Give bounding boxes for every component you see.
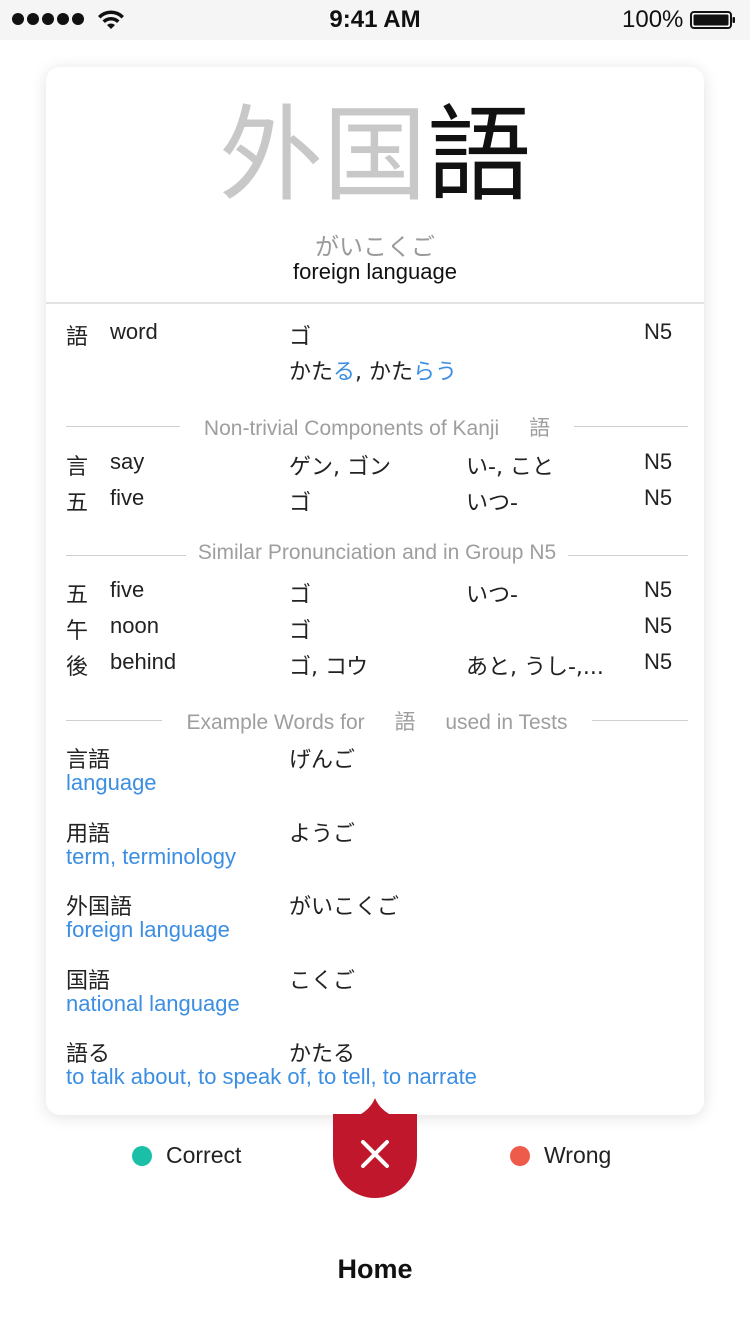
- main-kanji: 語: [66, 325, 89, 350]
- example-reading: げんご: [289, 748, 356, 773]
- similar-kun-reading: あと, うし-,...: [466, 655, 604, 680]
- component-level: N5: [644, 485, 673, 510]
- correct-label: Correct: [166, 1142, 242, 1168]
- status-bar: 9:41 AM 100%: [0, 0, 750, 40]
- word-highlight-kanji: 語: [427, 94, 532, 216]
- correct-dot-icon: [132, 1146, 152, 1166]
- section-divider-similar: Similar Pronunciation and in Group N5: [66, 541, 688, 571]
- similar-on-reading: ゴ: [289, 619, 312, 644]
- example-meaning: foreign language: [66, 917, 230, 942]
- similar-meaning: behind: [110, 649, 177, 674]
- similar-meaning: noon: [110, 613, 159, 638]
- similar-kanji: 後: [66, 655, 89, 680]
- main-kanji-meaning: word: [110, 319, 158, 344]
- main-kanji-on-reading: ゴ: [289, 325, 312, 350]
- section-divider-components: Non-trivial Components of Kanji 語: [66, 412, 688, 442]
- example-word-item[interactable]: 言語 げんご language: [66, 742, 686, 802]
- similar-on-reading: ゴ, コウ: [289, 655, 369, 680]
- example-meaning: to talk about, to speak of, to tell, to …: [66, 1064, 477, 1089]
- component-row[interactable]: 言 say ゲン, ゴン い-, こと N5: [46, 449, 704, 483]
- component-on-reading: ゲン, ゴン: [289, 455, 391, 480]
- example-reading: ようご: [289, 822, 356, 847]
- section-title: Non-trivial Components of Kanji: [191, 417, 518, 440]
- component-kun-reading: い-, こと: [466, 455, 554, 480]
- similar-kun-reading: いつ-: [466, 583, 518, 608]
- word-reading: がいこくご: [315, 233, 435, 261]
- component-level: N5: [644, 449, 673, 474]
- vocabulary-word: 外国語: [46, 95, 704, 215]
- main-kanji-level: N5: [644, 319, 673, 344]
- component-row[interactable]: 五 five ゴ いつ- N5: [46, 485, 704, 519]
- section-title: Example Words for: [174, 711, 383, 734]
- similar-level: N5: [644, 613, 673, 638]
- word-meaning: foreign language: [293, 259, 457, 284]
- similar-meaning: five: [110, 577, 145, 602]
- example-reading: こくご: [289, 969, 356, 994]
- main-kanji-row: 語 word ゴ N5: [46, 319, 704, 353]
- component-kanji: 言: [66, 455, 89, 480]
- card-header: 外国語 がいこくご foreign language: [46, 67, 704, 304]
- similar-level: N5: [644, 577, 673, 602]
- component-kanji: 五: [66, 491, 89, 516]
- battery-percent: 100%: [622, 6, 684, 33]
- section-title-kanji: 語: [382, 710, 428, 734]
- component-on-reading: ゴ: [289, 491, 312, 516]
- similar-on-reading: ゴ: [289, 583, 312, 608]
- wrong-dot-icon: [510, 1146, 530, 1166]
- section-title-kanji: 語: [517, 416, 563, 440]
- home-button[interactable]: Home: [0, 1254, 750, 1285]
- example-meaning: language: [66, 770, 157, 795]
- similar-kanji: 午: [66, 619, 89, 644]
- similar-kanji: 五: [66, 583, 89, 608]
- component-meaning: say: [110, 449, 145, 474]
- wrong-label: Wrong: [544, 1142, 612, 1168]
- component-kun-reading: いつ-: [466, 491, 518, 516]
- word-dim-part: 外国: [218, 94, 427, 216]
- similar-row[interactable]: 午 noon ゴ N5: [46, 613, 704, 647]
- wrong-button[interactable]: Wrong: [510, 1142, 611, 1169]
- example-meaning: term, terminology: [66, 844, 236, 869]
- section-divider-examples: Example Words for 語 used in Tests: [66, 706, 688, 736]
- example-reading: がいこくご: [289, 895, 400, 920]
- kun-part: かた: [289, 360, 334, 385]
- correct-button[interactable]: Correct: [132, 1142, 241, 1169]
- section-title: Similar Pronunciation and in Group N5: [185, 541, 569, 564]
- example-word-item[interactable]: 国語 こくご national language: [66, 963, 686, 1023]
- kun-okurigana: らう: [413, 360, 458, 385]
- similar-level: N5: [644, 649, 673, 674]
- main-kanji-kun-reading: かたる, かたらう: [289, 354, 457, 386]
- kun-okurigana: る: [333, 360, 356, 385]
- similar-row[interactable]: 後 behind ゴ, コウ あと, うし-,... N5: [46, 649, 704, 683]
- example-word-item[interactable]: 語る かたる to talk about, to speak of, to te…: [66, 1036, 686, 1096]
- kanji-detail-card: 外国語 がいこくご foreign language 語 word ゴ N5 か…: [46, 67, 704, 1115]
- component-meaning: five: [110, 485, 145, 510]
- close-button[interactable]: [333, 1098, 417, 1198]
- kun-part: , かた: [355, 360, 414, 385]
- similar-row[interactable]: 五 five ゴ いつ- N5: [46, 577, 704, 611]
- section-title: used in Tests: [427, 711, 580, 734]
- example-meaning: national language: [66, 991, 240, 1016]
- battery-icon: [690, 11, 735, 29]
- example-word-item[interactable]: 外国語 がいこくご foreign language: [66, 889, 686, 949]
- example-word-item[interactable]: 用語 ようご term, terminology: [66, 816, 686, 876]
